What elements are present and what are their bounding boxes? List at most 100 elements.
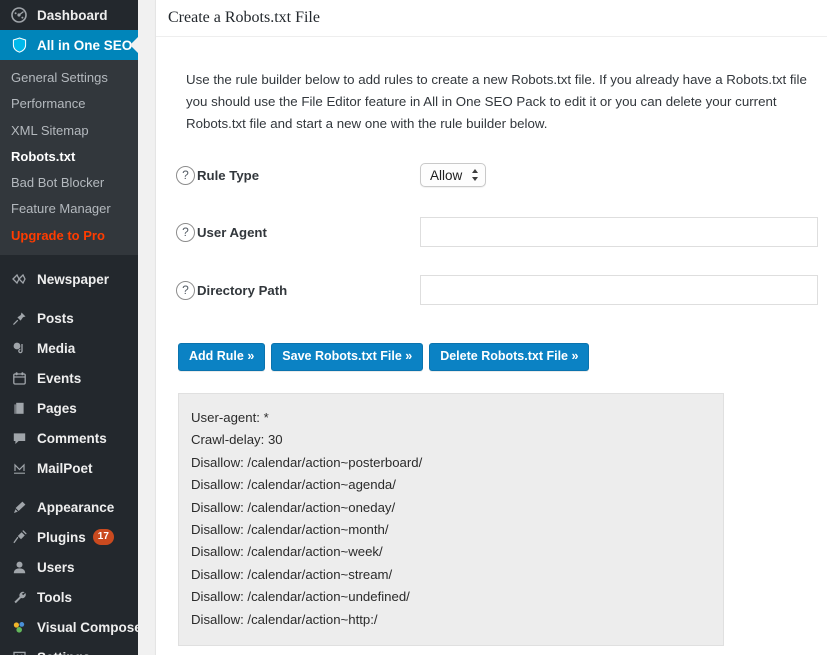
user-agent-input[interactable] (420, 217, 818, 247)
menu-separator (0, 483, 138, 492)
save-robots-button[interactable]: Save Robots.txt File » (271, 343, 423, 371)
sidebar-item-comments[interactable]: Comments (0, 423, 138, 453)
directory-path-label: Directory Path (197, 283, 287, 298)
settings-icon (9, 647, 29, 655)
sidebar-item-tools[interactable]: Tools (0, 582, 138, 612)
sidebar-item-media[interactable]: Media (0, 333, 138, 363)
submenu-item-robots-txt[interactable]: Robots.txt (0, 144, 138, 170)
all-in-one-seo-submenu: General Settings Performance XML Sitemap… (0, 60, 138, 255)
sidebar-item-label: Appearance (37, 500, 114, 515)
robots-txt-card: Create a Robots.txt File Use the rule bu… (155, 0, 827, 655)
action-button-row: Add Rule » Save Robots.txt File » Delete… (178, 343, 807, 371)
rule-type-control-cell: Allow (420, 163, 807, 187)
card-header: Create a Robots.txt File (156, 0, 827, 37)
preview-line: Disallow: /calendar/action~week/ (191, 541, 723, 563)
mailpoet-icon (9, 458, 29, 478)
question-mark-icon[interactable]: ? (176, 223, 195, 242)
sidebar-item-label: Plugins (37, 530, 86, 545)
robots-txt-preview: User-agent: * Crawl-delay: 30 Disallow: … (178, 393, 724, 646)
wrench-icon (9, 587, 29, 607)
rule-type-row: ? Rule Type Allow (176, 161, 807, 189)
sidebar-item-settings[interactable]: Settings (0, 642, 138, 655)
question-mark-icon[interactable]: ? (176, 281, 195, 300)
submenu-item-feature-manager[interactable]: Feature Manager (0, 196, 138, 222)
sidebar-item-appearance[interactable]: Appearance (0, 492, 138, 522)
directory-path-row: ? Directory Path (176, 275, 807, 305)
sidebar-item-label: Newspaper (37, 272, 109, 287)
sidebar-item-label: MailPoet (37, 461, 93, 476)
sidebar-item-label: Dashboard (37, 8, 108, 23)
preview-line: Disallow: /calendar/action~oneday/ (191, 497, 723, 519)
admin-sidebar: Dashboard All in One SEO General Setting… (0, 0, 138, 655)
card-body: Use the rule builder below to add rules … (156, 37, 827, 655)
preview-line: Disallow: /calendar/action~http:/ (191, 609, 723, 631)
sidebar-item-label: All in One SEO (37, 38, 132, 53)
submenu-item-performance[interactable]: Performance (0, 91, 138, 117)
sidebar-item-pages[interactable]: Pages (0, 393, 138, 423)
sidebar-item-plugins[interactable]: Plugins 17 (0, 522, 138, 552)
submenu-item-bad-bot-blocker[interactable]: Bad Bot Blocker (0, 170, 138, 196)
rule-type-select[interactable]: Allow (420, 163, 486, 187)
sidebar-item-newspaper[interactable]: Newspaper (0, 264, 138, 294)
preview-line: Disallow: /calendar/action~stream/ (191, 564, 723, 586)
user-agent-row: ? User Agent (176, 217, 807, 247)
main-content: Create a Robots.txt File Use the rule bu… (138, 0, 827, 655)
sidebar-item-visual-composer[interactable]: Visual Composer (0, 612, 138, 642)
preview-line: Disallow: /calendar/action~undefined/ (191, 586, 723, 608)
page-title: Create a Robots.txt File (168, 8, 815, 27)
user-agent-label-cell: ? User Agent (176, 223, 420, 242)
user-icon (9, 557, 29, 577)
dashboard-icon (9, 5, 29, 25)
preview-line: Crawl-delay: 30 (191, 429, 723, 451)
media-icon (9, 338, 29, 358)
sidebar-item-label: Media (37, 341, 75, 356)
submenu-item-general-settings[interactable]: General Settings (0, 65, 138, 91)
menu-separator (0, 255, 138, 264)
menu-separator (0, 294, 138, 303)
sidebar-item-label: Tools (37, 590, 72, 605)
sidebar-item-label: Comments (37, 431, 107, 446)
visual-composer-icon (9, 617, 29, 637)
rule-type-label: Rule Type (197, 168, 259, 183)
sidebar-item-label: Posts (37, 311, 74, 326)
sidebar-item-mailpoet[interactable]: MailPoet (0, 453, 138, 483)
sidebar-item-users[interactable]: Users (0, 552, 138, 582)
delete-robots-button[interactable]: Delete Robots.txt File » (429, 343, 589, 371)
directory-path-input[interactable] (420, 275, 818, 305)
preview-line: Disallow: /calendar/action~agenda/ (191, 474, 723, 496)
plug-icon (9, 527, 29, 547)
add-rule-button[interactable]: Add Rule » (178, 343, 265, 371)
preview-line: Disallow: /calendar/action~month/ (191, 519, 723, 541)
sidebar-item-label: Visual Composer (37, 620, 138, 635)
sidebar-item-events[interactable]: Events (0, 363, 138, 393)
intro-text: Use the rule builder below to add rules … (186, 69, 807, 135)
wordpress-admin-screen: Dashboard All in One SEO General Setting… (0, 0, 827, 655)
submenu-item-xml-sitemap[interactable]: XML Sitemap (0, 118, 138, 144)
sidebar-item-dashboard[interactable]: Dashboard (0, 0, 138, 30)
question-mark-icon[interactable]: ? (176, 166, 195, 185)
comment-icon (9, 428, 29, 448)
brush-icon (9, 497, 29, 517)
submenu-item-upgrade-to-pro[interactable]: Upgrade to Pro (0, 223, 138, 249)
rule-type-select-wrap: Allow (420, 163, 486, 187)
sidebar-item-label: Users (37, 560, 75, 575)
pin-icon (9, 308, 29, 328)
calendar-icon (9, 368, 29, 388)
plugins-update-badge: 17 (93, 529, 114, 545)
sidebar-item-label: Events (37, 371, 81, 386)
rule-type-label-cell: ? Rule Type (176, 166, 420, 185)
newspaper-icon (9, 269, 29, 289)
user-agent-control-cell (420, 217, 818, 247)
shield-icon (9, 35, 29, 55)
directory-path-label-cell: ? Directory Path (176, 281, 420, 300)
directory-path-control-cell (420, 275, 818, 305)
sidebar-item-label: Settings (37, 650, 90, 655)
user-agent-label: User Agent (197, 225, 267, 240)
sidebar-item-all-in-one-seo[interactable]: All in One SEO (0, 30, 138, 60)
sidebar-item-label: Pages (37, 401, 77, 416)
preview-line: User-agent: * (191, 407, 723, 429)
preview-line: Disallow: /calendar/action~posterboard/ (191, 452, 723, 474)
sidebar-top-group: Dashboard All in One SEO General Setting… (0, 0, 138, 655)
pages-icon (9, 398, 29, 418)
sidebar-item-posts[interactable]: Posts (0, 303, 138, 333)
